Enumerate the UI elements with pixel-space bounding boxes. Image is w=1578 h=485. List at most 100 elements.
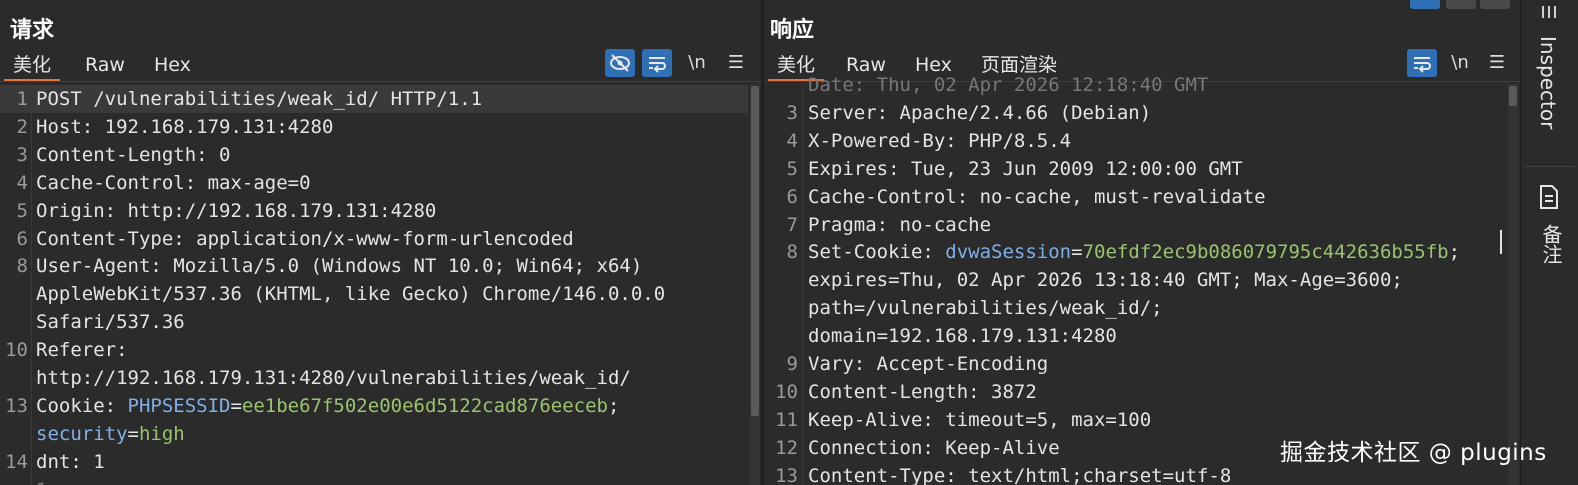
request-scroll-thumb[interactable]: [751, 86, 759, 416]
response-code-line[interactable]: 6 Cache-Control: no-cache, must-revalidat…: [764, 183, 1506, 211]
response-code-line[interactable]: 5 Expires: Tue, 23 Jun 2009 12:00:00 GMT: [764, 155, 1506, 183]
layout-vertical-icon[interactable]: [1480, 0, 1510, 9]
notes-icon[interactable]: [1537, 184, 1561, 210]
line-number: 5: [786, 157, 798, 180]
response-code-line[interactable]: 11 Keep-Alive: timeout=5, max=100: [764, 406, 1506, 434]
request-editor[interactable]: 1 POST /vulnerabilities/weak_id/ HTTP/1.1…: [0, 84, 762, 485]
text-span: dnt:: [36, 450, 94, 473]
inspector-sidebar: Inspector 备注: [1520, 0, 1578, 485]
line-number: 11: [775, 408, 798, 431]
line-number: 8: [786, 241, 798, 264]
text-span: Host:: [36, 115, 105, 138]
text-span: Keep-Alive: [945, 436, 1060, 459]
request-code-line[interactable]: 3 Content-Length: 0: [0, 141, 748, 169]
request-code-line[interactable]: http://192.168.179.131:4280/vulnerabilit…: [0, 364, 748, 392]
request-code-line[interactable]: 8 User-Agent: Mozilla/5.0 (Windows NT 10.…: [0, 252, 748, 280]
line-text: Content-Length: 3872: [808, 378, 1037, 406]
line-number: 3: [16, 143, 28, 166]
text-span: PHP/8.5.4: [968, 129, 1072, 152]
line-number: 12: [775, 436, 798, 459]
request-title: 请求: [10, 18, 55, 43]
text-span: http://192.168.179.131:4280: [127, 199, 437, 222]
text-span: 3872: [991, 380, 1037, 403]
text-span: expires=Thu, 02 Apr 2026 13:18:40 GMT; M…: [808, 269, 1403, 292]
request-code-line[interactable]: security=high: [0, 420, 748, 448]
layout-split-icon[interactable]: [1410, 0, 1440, 9]
text-span: X-Powered-By:: [808, 129, 969, 152]
response-code-line[interactable]: 3 Server: Apache/2.4.66 (Debian): [764, 99, 1506, 127]
line-text: path=/vulnerabilities/weak_id/;: [808, 294, 1163, 322]
line-text: Connection: Keep-Alive: [808, 434, 1060, 462]
line-text: User-Agent: Mozilla/5.0 (Windows NT 10.0…: [36, 252, 642, 280]
layout-horizontal-icon[interactable]: [1446, 0, 1476, 9]
response-code-line[interactable]: 7 Pragma: no-cache: [764, 211, 1506, 239]
newline-toggle[interactable]: \n: [683, 49, 711, 77]
request-code-line[interactable]: 1: [0, 476, 748, 485]
text-span: 1: [36, 479, 47, 485]
response-code-line[interactable]: 9 Vary: Accept-Encoding: [764, 350, 1506, 378]
response-code-line[interactable]: expires=Thu, 02 Apr 2026 13:18:40 GMT; M…: [764, 266, 1506, 294]
response-editor[interactable]: Date: Thu, 02 Apr 2026 12:18:40 GMT 3 Serv…: [764, 74, 1520, 485]
notes-label[interactable]: 备注: [1537, 224, 1566, 264]
inspector-toggle-icon[interactable]: [1539, 2, 1561, 22]
text-span: 0: [219, 143, 231, 166]
line-text: Date: Thu, 02 Apr 2026 12:18:40 GMT: [808, 71, 1208, 99]
text-span: Content-Type:: [808, 464, 969, 485]
watermark: 掘金技术社区 @ plugins: [1280, 440, 1547, 466]
text-span: timeout=5, max=100: [945, 408, 1152, 431]
response-code-line[interactable]: domain=192.168.179.131:4280: [764, 322, 1506, 350]
text-span: Origin:: [36, 199, 128, 222]
text-span: Set-Cookie:: [808, 241, 946, 264]
line-text: Cache-Control: no-cache, must-revalidate: [808, 183, 1266, 211]
response-scrollbar[interactable]: [1508, 84, 1518, 485]
request-tab-hex[interactable]: Hex: [145, 52, 200, 81]
request-tab-pretty[interactable]: 美化: [4, 52, 61, 81]
text-caret: [1500, 230, 1502, 254]
text-span: =: [1071, 241, 1083, 264]
text-span: Mozilla/5.0 (Windows NT 10.0; Win64; x64…: [173, 255, 643, 278]
hide-eye-icon[interactable]: [605, 49, 635, 77]
text-span: AppleWebKit/537.36 (KHTML, like Gecko) C…: [36, 283, 666, 306]
line-text: Set-Cookie: dvwaSession=70efdf2ec9b08607…: [808, 238, 1460, 266]
request-code-line[interactable]: 10 Referer:: [0, 336, 748, 364]
text-span: Content-Length:: [808, 380, 992, 403]
line-text: Origin: http://192.168.179.131:4280: [36, 197, 436, 225]
text-span: User-Agent:: [36, 255, 174, 278]
request-code-line[interactable]: 5 Origin: http://192.168.179.131:4280: [0, 197, 748, 225]
text-span: Tue, 23 Jun 2009 12:00:00 GMT: [910, 157, 1243, 180]
request-scrollbar[interactable]: [750, 84, 760, 485]
response-code-line[interactable]: 10 Content-Length: 3872: [764, 378, 1506, 406]
request-code-line[interactable]: 14 dnt: 1: [0, 448, 748, 476]
line-text: Referer:: [36, 336, 128, 364]
text-span: =: [127, 422, 139, 445]
inspector-label[interactable]: Inspector: [1536, 36, 1560, 129]
request-code-line[interactable]: 1 POST /vulnerabilities/weak_id/ HTTP/1.1: [0, 85, 748, 113]
text-span: Expires:: [808, 157, 911, 180]
line-text: Cookie: PHPSESSID=ee1be67f502e00e6d5122c…: [36, 392, 619, 420]
response-code-line[interactable]: 4 X-Powered-By: PHP/8.5.4: [764, 127, 1506, 155]
response-code-line[interactable]: path=/vulnerabilities/weak_id/;: [764, 294, 1506, 322]
text-span: POST /vulnerabilities/weak_id/ HTTP/1.1: [36, 88, 483, 110]
request-code-line[interactable]: 4 Cache-Control: max-age=0: [0, 169, 748, 197]
cookie-name: security: [36, 422, 128, 445]
request-menu-icon[interactable]: ☰: [722, 49, 750, 77]
line-text: http://192.168.179.131:4280/vulnerabilit…: [36, 364, 631, 392]
request-code-line[interactable]: Safari/537.36: [0, 308, 748, 336]
response-code-line[interactable]: Date: Thu, 02 Apr 2026 12:18:40 GMT: [764, 71, 1506, 99]
response-scroll-thumb[interactable]: [1509, 86, 1517, 106]
request-code-line[interactable]: AppleWebKit/537.36 (KHTML, like Gecko) C…: [0, 280, 748, 308]
request-code-line[interactable]: 6 Content-Type: application/x-www-form-ur…: [0, 225, 748, 253]
line-text: expires=Thu, 02 Apr 2026 13:18:40 GMT; M…: [808, 266, 1403, 294]
text-span: ;: [1448, 241, 1461, 264]
line-text: Content-Type: text/html;charset=utf-8: [808, 462, 1231, 485]
request-tab-raw[interactable]: Raw: [76, 52, 134, 81]
line-text: Host: 192.168.179.131:4280: [36, 113, 333, 141]
text-span: Cache-Control:: [36, 171, 208, 194]
response-code-line[interactable]: 8 Set-Cookie: dvwaSession=70efdf2ec9b0860…: [764, 238, 1506, 266]
wrap-lines-icon[interactable]: [642, 49, 672, 77]
cookie-name: PHPSESSID: [127, 394, 231, 417]
request-code-line[interactable]: 13 Cookie: PHPSESSID=ee1be67f502e00e6d512…: [0, 392, 748, 420]
line-number: 3: [786, 101, 798, 124]
line-text: Safari/537.36: [36, 308, 185, 336]
request-code-line[interactable]: 2 Host: 192.168.179.131:4280: [0, 113, 748, 141]
